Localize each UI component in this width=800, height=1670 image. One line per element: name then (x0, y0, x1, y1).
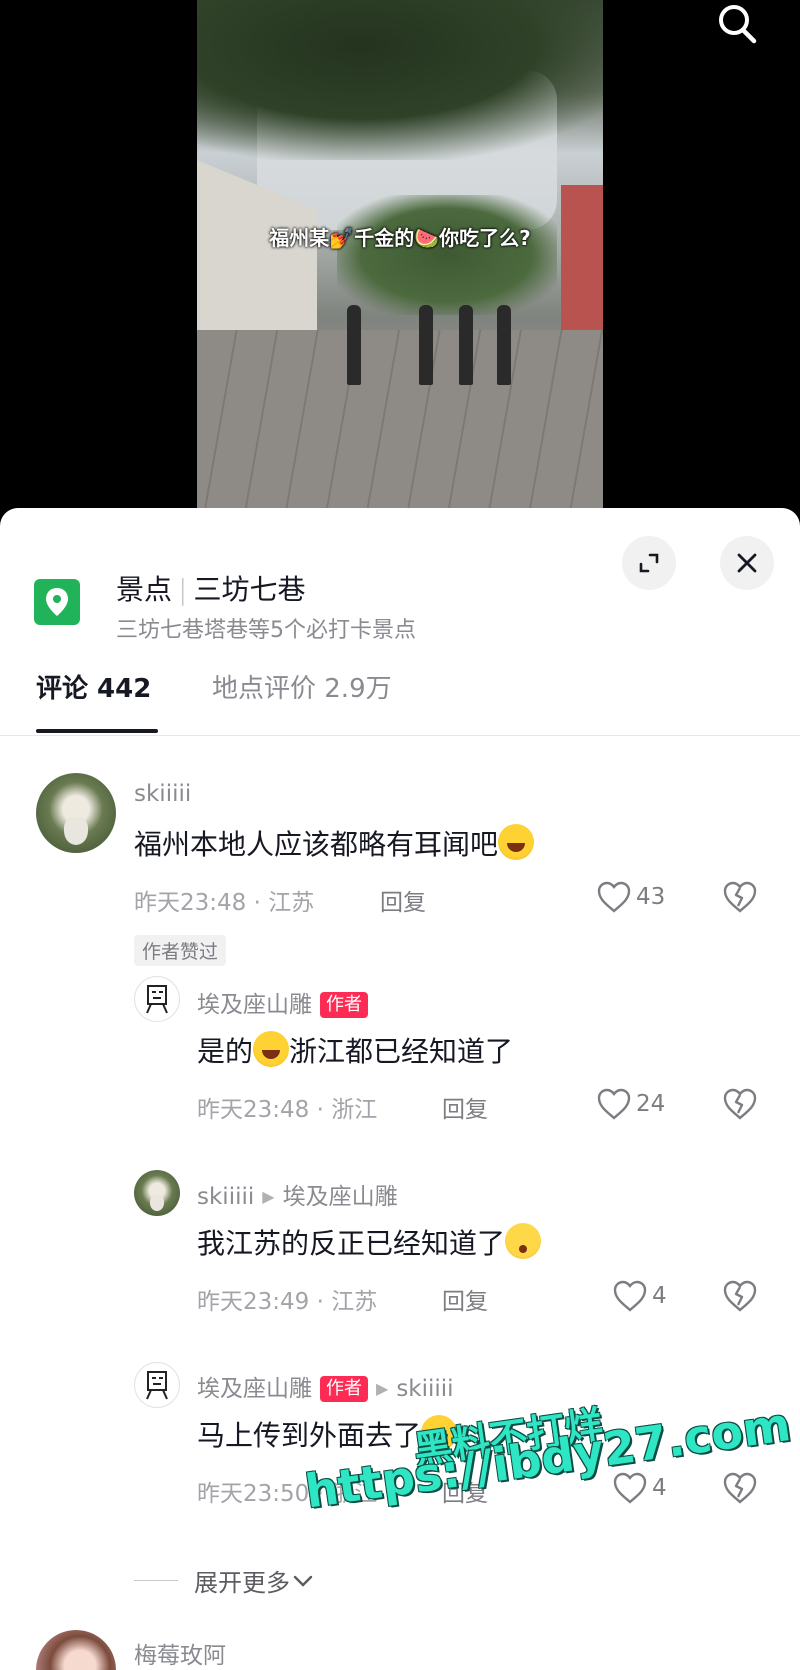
chevron-down-icon (293, 1575, 313, 1587)
avatar[interactable] (134, 1362, 180, 1408)
avatar[interactable] (36, 1630, 116, 1670)
heart-icon (597, 881, 631, 913)
like-count: 4 (652, 1475, 667, 1501)
reply-button[interactable]: 回复 (442, 1282, 488, 1316)
location-pin-icon (34, 579, 80, 625)
red-lanterns (561, 185, 603, 335)
tab-place-ratings[interactable]: 地点评价 2.9万 (212, 668, 392, 705)
close-button[interactable] (720, 536, 774, 590)
reply-button[interactable]: 回复 (380, 883, 426, 917)
like-count: 4 (652, 1283, 667, 1309)
heart-icon (613, 1472, 647, 1504)
pedestrian (347, 305, 361, 385)
comment-text-body: 福州本地人应该都略有耳闻吧 (134, 828, 499, 861)
dislike-icon (723, 1472, 757, 1504)
place-category: 景点 (116, 573, 173, 606)
comment-meta: 昨天23:48 · 浙江 (197, 1097, 378, 1123)
author-liked-badge: 作者赞过 (134, 935, 227, 966)
search-icon[interactable] (712, 0, 764, 52)
active-tab-indicator (36, 729, 158, 733)
like-button[interactable]: 4 (612, 1471, 667, 1505)
avatar[interactable] (134, 976, 180, 1022)
place-name: 三坊七巷 (193, 573, 306, 606)
tree-canopy (197, 0, 603, 160)
avatar[interactable] (36, 773, 116, 853)
like-button[interactable]: 4 (612, 1279, 667, 1313)
comment-text-body: 马上传到外面去了 (197, 1419, 422, 1452)
reply-arrow-icon: ▶ (376, 1379, 389, 1398)
video-player[interactable]: 福州某💅千金的🍉你吃了么? (0, 0, 800, 525)
comment-username: 埃及座山雕 作者 (197, 985, 368, 1019)
reply-username[interactable]: skiiiii (197, 1184, 254, 1210)
reply-username[interactable]: 埃及座山雕 (197, 992, 312, 1018)
dislike-button[interactable] (722, 1279, 758, 1317)
video-frame: 福州某💅千金的🍉你吃了么? (197, 0, 603, 510)
reply-button[interactable]: 回复 (442, 1090, 488, 1124)
avatar[interactable] (134, 1170, 180, 1216)
comment-username[interactable]: 梅莓玫阿 (134, 1636, 226, 1670)
like-button[interactable]: 24 (596, 1087, 665, 1121)
place-title: 景点 | 三坊七巷 (116, 568, 305, 608)
reply-to-username[interactable]: skiiiii (396, 1376, 453, 1402)
flushed-emoji-icon (505, 1223, 542, 1259)
comment-meta: 昨天23:49 · 江苏 (197, 1289, 378, 1315)
pedestrian (419, 305, 433, 385)
comment-text-body: 我江苏的反正已经知道了 (197, 1227, 506, 1260)
comment-username: skiiiii ▶ 埃及座山雕 (197, 1177, 398, 1211)
like-count: 43 (636, 884, 666, 910)
dislike-button[interactable] (722, 1087, 758, 1125)
author-tag: 作者 (320, 1376, 368, 1402)
expand-more-replies[interactable]: 展开更多 (134, 1563, 316, 1598)
expand-button[interactable] (622, 536, 676, 590)
dislike-icon (723, 1088, 757, 1120)
author-tag: 作者 (320, 992, 368, 1018)
pedestrian (459, 305, 473, 385)
divider: | (178, 573, 188, 606)
close-icon (737, 553, 757, 573)
comment-text: 福州本地人应该都略有耳闻吧 (134, 823, 535, 863)
like-button[interactable]: 43 (596, 880, 665, 914)
comment-meta: 昨天23:48 · 江苏 (134, 890, 315, 916)
dislike-icon (723, 881, 757, 913)
reply-username[interactable]: 埃及座山雕 (197, 1376, 312, 1402)
background-trees (337, 195, 557, 315)
reply-arrow-icon: ▶ (262, 1187, 275, 1206)
pedestrian (497, 305, 511, 385)
heart-icon (597, 1088, 631, 1120)
expand-icon (639, 553, 659, 573)
comment-text-body: 是的 (197, 1035, 254, 1068)
place-header[interactable]: 景点 | 三坊七巷 三坊七巷塔巷等5个必打卡景点 (0, 534, 800, 643)
laughing-emoji-icon (498, 824, 535, 860)
dislike-button[interactable] (722, 880, 758, 918)
tab-comments[interactable]: 评论 442 (36, 668, 151, 705)
comment-username[interactable]: skiiiii (134, 781, 191, 807)
comment-text: 是的 浙江都已经知道了 (197, 1030, 513, 1070)
dislike-icon (723, 1280, 757, 1312)
comment-username: 埃及座山雕 作者 ▶ skiiiii (197, 1369, 454, 1403)
laughing-emoji-icon (253, 1031, 290, 1067)
tab-bar: 评论 442 地点评价 2.9万 (0, 636, 800, 736)
dislike-button[interactable] (722, 1471, 758, 1509)
divider (134, 1580, 178, 1581)
comment-text-body: 浙江都已经知道了 (289, 1035, 514, 1068)
comment-text: 我江苏的反正已经知道了 (197, 1222, 542, 1262)
stone-pavement (197, 330, 603, 510)
heart-icon (613, 1280, 647, 1312)
reply-to-username[interactable]: 埃及座山雕 (283, 1184, 398, 1210)
expand-more-label: 展开更多 (194, 1569, 290, 1597)
video-caption: 福州某💅千金的🍉你吃了么? (269, 226, 531, 250)
like-count: 24 (636, 1091, 666, 1117)
